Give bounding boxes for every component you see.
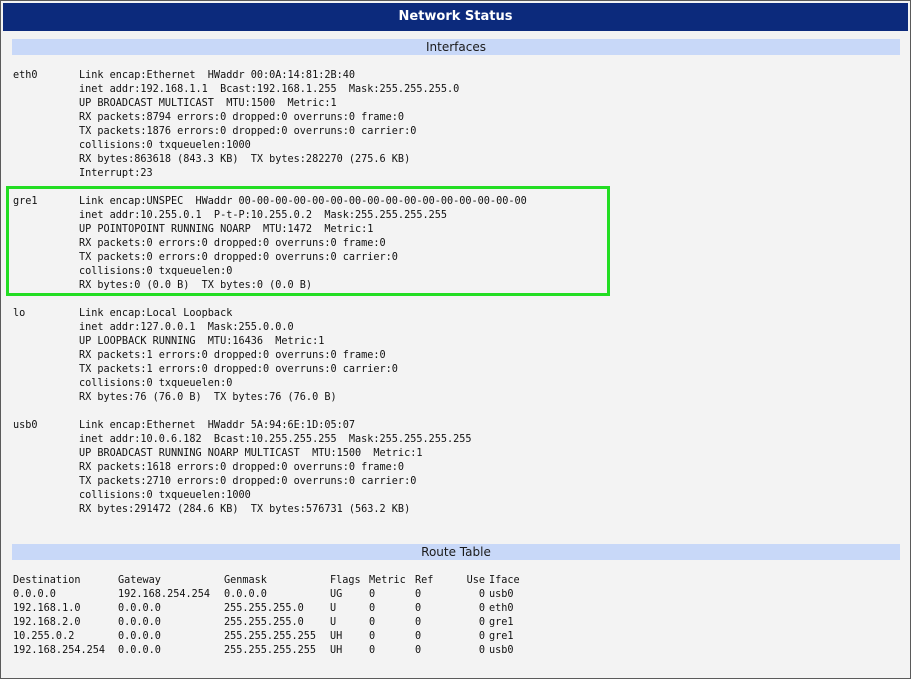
interface-detail-line: Link encap:Local Loopback (79, 308, 233, 319)
interface-detail-line: UP BROADCAST RUNNING NOARP MULTICAST MTU… (79, 448, 423, 459)
col-iface: Iface (489, 575, 520, 586)
cell-ref: 0 (415, 631, 422, 642)
interface-detail-line: UP LOOPBACK RUNNING MTU:16436 Metric:1 (79, 336, 325, 347)
cell-iface: usb0 (489, 645, 514, 656)
interface-details: Link encap:Ethernet HWaddr 00:0A:14:81:2… (79, 69, 459, 181)
interface-name: usb0 (13, 420, 38, 431)
cell-iface: gre1 (489, 631, 514, 642)
route-table-row: 192.168.254.254 0.0.0.0 255.255.255.255 UH 0… (13, 644, 529, 658)
interface-detail-line: collisions:0 txqueuelen:1000 (79, 490, 251, 501)
cell-metric: 0 (369, 589, 376, 600)
cell-flags: U (330, 617, 337, 628)
route-table: Destination Gateway Genmask Flags Metric… (13, 574, 529, 658)
cell-flags: UH (330, 631, 343, 642)
col-flags: Flags (330, 575, 361, 586)
cell-use: 0 (478, 645, 485, 656)
interface-detail-line: RX bytes:76 (76.0 B) TX bytes:76 (76.0 B… (79, 392, 337, 403)
highlight-box-gre1 (6, 186, 610, 296)
route-table-row: 10.255.0.2 0.0.0.0 255.255.255.255 UH 0 0 0 gre… (13, 630, 529, 644)
col-genmask: Genmask (224, 575, 267, 586)
interface-detail-line: RX bytes:863618 (843.3 KB) TX bytes:2822… (79, 154, 411, 165)
network-status-window: Network Status Interfaces eth0 Link enca… (0, 0, 911, 679)
interface-detail-line: UP BROADCAST MULTICAST MTU:1500 Metric:1 (79, 98, 337, 109)
cell-destination: 192.168.1.0 (13, 603, 81, 614)
cell-iface: usb0 (489, 589, 514, 600)
cell-ref: 0 (415, 617, 422, 628)
cell-ref: 0 (415, 603, 422, 614)
interface-detail-line: RX packets:1618 errors:0 dropped:0 overr… (79, 462, 405, 473)
cell-gateway: 0.0.0.0 (118, 603, 161, 614)
cell-flags: UH (330, 645, 343, 656)
cell-gateway: 0.0.0.0 (118, 617, 161, 628)
cell-use: 0 (478, 631, 485, 642)
interface-detail-line: inet addr:127.0.0.1 Mask:255.0.0.0 (79, 322, 294, 333)
interface-detail-line: RX bytes:291472 (284.6 KB) TX bytes:5767… (79, 504, 411, 515)
interface-detail-line: Interrupt:23 (79, 168, 153, 179)
col-use: Use (466, 575, 485, 586)
cell-genmask: 255.255.255.0 (224, 603, 304, 614)
cell-metric: 0 (369, 617, 376, 628)
route-table-row: 192.168.1.0 0.0.0.0 255.255.255.0 U 0 0 0 eth0 (13, 602, 529, 616)
cell-flags: UG (330, 589, 343, 600)
cell-use: 0 (478, 617, 485, 628)
interface-details: Link encap:Ethernet HWaddr 5A:94:6E:1D:0… (79, 419, 472, 517)
route-table-row: 192.168.2.0 0.0.0.0 255.255.255.0 U 0 0 0 gre1 (13, 616, 529, 630)
cell-genmask: 255.255.255.0 (224, 617, 304, 628)
window-title: Network Status (3, 3, 908, 31)
interface-detail-line: TX packets:1 errors:0 dropped:0 overruns… (79, 364, 398, 375)
route-table-row: 0.0.0.0 192.168.254.254 0.0.0.0 UG 0 0 0 usb0 (13, 588, 529, 602)
interface-detail-line: inet addr:10.0.6.182 Bcast:10.255.255.25… (79, 434, 472, 445)
col-metric: Metric (369, 575, 406, 586)
cell-destination: 0.0.0.0 (13, 589, 56, 600)
cell-destination: 192.168.254.254 (13, 645, 106, 656)
cell-gateway: 192.168.254.254 (118, 589, 211, 600)
cell-destination: 10.255.0.2 (13, 631, 75, 642)
cell-use: 0 (478, 603, 485, 614)
interface-detail-line: collisions:0 txqueuelen:0 (79, 378, 233, 389)
interface-detail-line: TX packets:1876 errors:0 dropped:0 overr… (79, 126, 417, 137)
col-gateway: Gateway (118, 575, 161, 586)
route-table-section-header: Route Table (12, 544, 900, 560)
cell-metric: 0 (369, 603, 376, 614)
cell-iface: gre1 (489, 617, 514, 628)
cell-genmask: 255.255.255.255 (224, 631, 317, 642)
interface-detail-line: RX packets:8794 errors:0 dropped:0 overr… (79, 112, 405, 123)
cell-gateway: 0.0.0.0 (118, 645, 161, 656)
interface-detail-line: TX packets:2710 errors:0 dropped:0 overr… (79, 476, 417, 487)
interface-details: Link encap:Local Loopback inet addr:127.… (79, 307, 398, 405)
interface-name: lo (13, 308, 26, 319)
cell-metric: 0 (369, 631, 376, 642)
interface-detail-line: inet addr:192.168.1.1 Bcast:192.168.1.25… (79, 84, 460, 95)
route-table-header-row: Destination Gateway Genmask Flags Metric… (13, 574, 529, 588)
cell-genmask: 255.255.255.255 (224, 645, 317, 656)
cell-metric: 0 (369, 645, 376, 656)
interface-detail-line: Link encap:Ethernet HWaddr 00:0A:14:81:2… (79, 70, 356, 81)
interfaces-section-header: Interfaces (12, 39, 900, 55)
col-destination: Destination (13, 575, 81, 586)
interface-detail-line: RX packets:1 errors:0 dropped:0 overruns… (79, 350, 386, 361)
cell-ref: 0 (415, 589, 422, 600)
interface-name: eth0 (13, 70, 38, 81)
interface-detail-line: Link encap:Ethernet HWaddr 5A:94:6E:1D:0… (79, 420, 356, 431)
cell-gateway: 0.0.0.0 (118, 631, 161, 642)
cell-flags: U (330, 603, 337, 614)
cell-destination: 192.168.2.0 (13, 617, 81, 628)
cell-use: 0 (478, 589, 485, 600)
interface-detail-line: collisions:0 txqueuelen:1000 (79, 140, 251, 151)
cell-genmask: 0.0.0.0 (224, 589, 267, 600)
cell-iface: eth0 (489, 603, 514, 614)
cell-ref: 0 (415, 645, 422, 656)
col-ref: Ref (415, 575, 434, 586)
